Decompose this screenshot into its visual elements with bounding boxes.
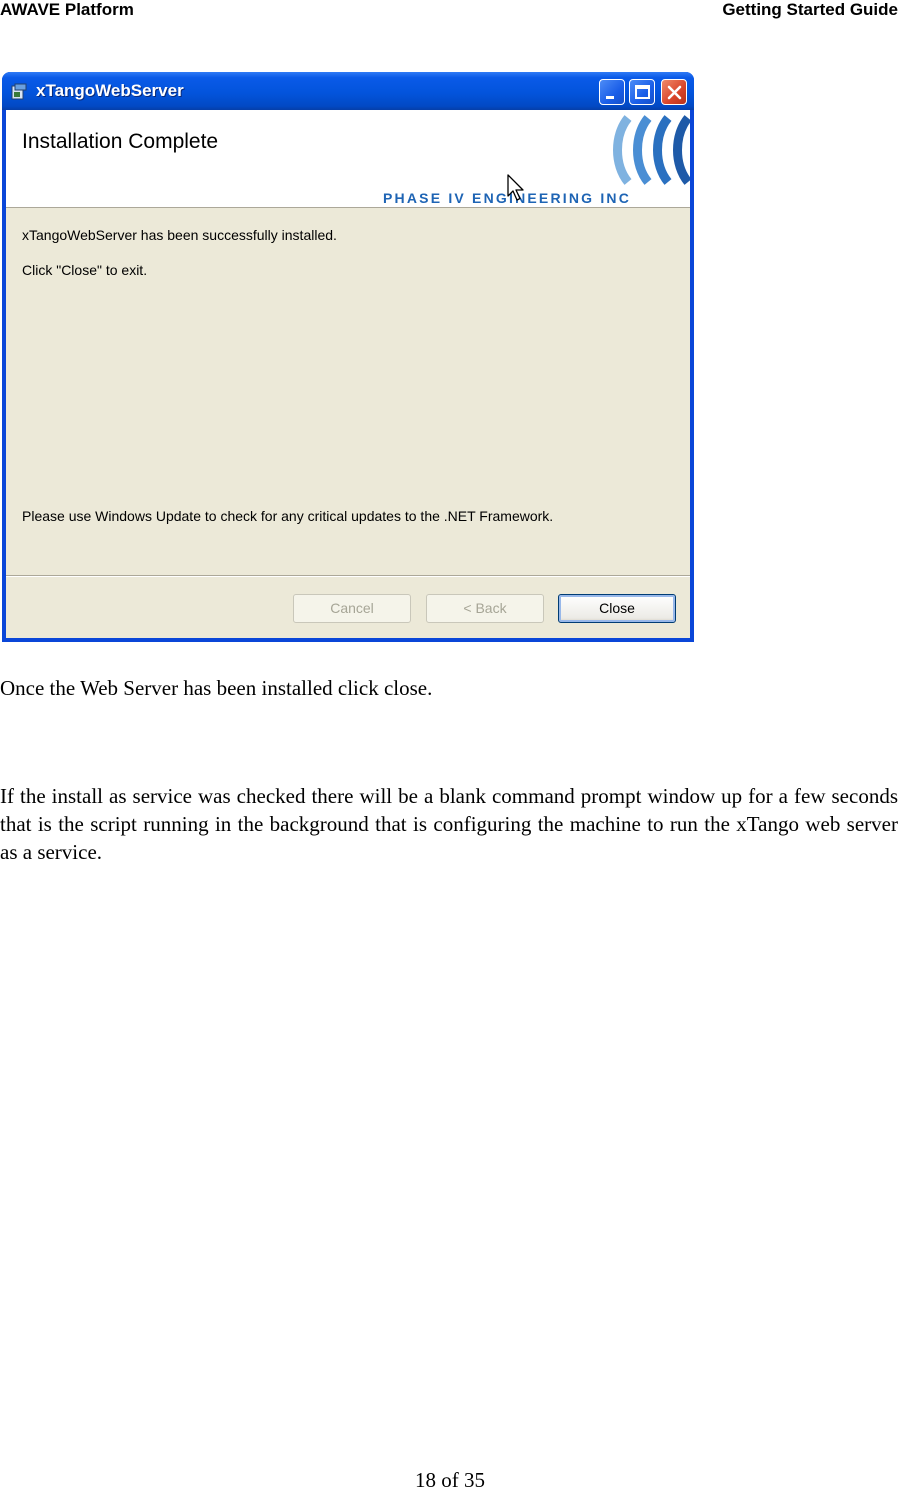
window-title: xTangoWebServer — [36, 81, 184, 100]
mouse-cursor-icon — [507, 174, 524, 201]
windows-update-message: Please use Windows Update to check for a… — [22, 508, 554, 524]
paragraph-service-note: If the install as service was checked th… — [0, 784, 898, 864]
close-window-button[interactable] — [661, 79, 687, 105]
paragraph-close-instruction: Once the Web Server has been installed c… — [0, 676, 433, 700]
page-number: 18 of 35 — [415, 1468, 485, 1492]
maximize-icon — [635, 85, 650, 99]
minimize-button[interactable] — [599, 79, 625, 105]
company-logo-icon — [613, 115, 690, 185]
back-button[interactable]: < Back — [426, 594, 544, 623]
install-success-message: xTangoWebServer has been successfully in… — [22, 227, 337, 243]
cancel-button[interactable]: Cancel — [293, 594, 411, 623]
maximize-button[interactable] — [629, 79, 655, 105]
minimize-icon — [606, 96, 614, 99]
close-instruction-message: Click "Close" to exit. — [22, 262, 148, 278]
wizard-banner: Installation Complete PHASE IV ENGINEERI… — [6, 110, 690, 208]
header-left: AWAVE Platform — [0, 0, 134, 19]
close-button[interactable]: Close — [558, 594, 676, 623]
window-client-area: Installation Complete PHASE IV ENGINEERI… — [6, 110, 690, 638]
wizard-heading: Installation Complete — [22, 130, 219, 153]
title-bar[interactable]: xTangoWebServer — [2, 72, 694, 110]
button-separator — [6, 575, 690, 577]
installer-window: xTangoWebServer Installation Complete PH… — [2, 72, 694, 642]
header-right: Getting Started Guide — [722, 0, 898, 19]
close-icon — [667, 85, 682, 100]
installer-app-icon — [11, 83, 27, 100]
